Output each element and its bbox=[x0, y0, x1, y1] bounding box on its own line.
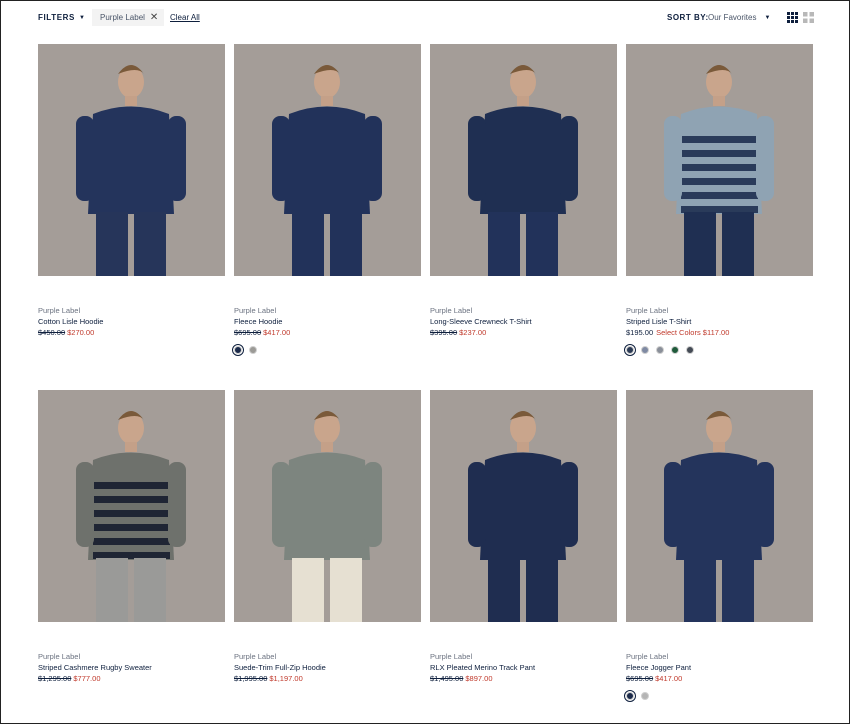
product-image[interactable] bbox=[38, 44, 225, 276]
product-card: Purple Label Striped Cashmere Rugby Sweat… bbox=[38, 390, 225, 683]
color-swatch[interactable] bbox=[641, 692, 649, 700]
product-brand: Purple Label bbox=[38, 306, 81, 315]
color-swatch[interactable] bbox=[671, 346, 679, 354]
filters-label: FILTERS bbox=[38, 13, 75, 22]
model-figure-illustration bbox=[38, 44, 225, 276]
product-image[interactable] bbox=[38, 390, 225, 622]
color-swatch[interactable] bbox=[624, 690, 636, 702]
sort-value: Our Favorites bbox=[708, 13, 757, 22]
model-figure-illustration bbox=[626, 44, 813, 276]
product-image[interactable] bbox=[626, 390, 813, 622]
grid-view-large-icon[interactable] bbox=[803, 12, 814, 23]
product-card: Purple Label Fleece Jogger Pant $695.00 $41… bbox=[624, 390, 813, 702]
sale-price: $777.00 bbox=[73, 674, 101, 683]
sort-dropdown[interactable]: Our Favorites ▼ bbox=[708, 13, 770, 22]
color-swatches bbox=[232, 344, 257, 356]
color-swatch[interactable] bbox=[249, 346, 257, 354]
product-price: $1,995.00 $1,197.00 bbox=[234, 674, 303, 683]
product-image[interactable] bbox=[234, 44, 421, 276]
product-name-link[interactable]: Cotton Lisle Hoodie bbox=[38, 317, 103, 326]
grid-view-dense-icon[interactable] bbox=[787, 12, 798, 23]
color-swatches bbox=[624, 690, 649, 702]
product-image[interactable] bbox=[430, 44, 617, 276]
product-name-link[interactable]: Striped Cashmere Rugby Sweater bbox=[38, 663, 152, 672]
product-brand: Purple Label bbox=[38, 652, 81, 661]
product-name-link[interactable]: Fleece Jogger Pant bbox=[626, 663, 691, 672]
product-image[interactable] bbox=[234, 390, 421, 622]
product-card: Purple Label Long-Sleeve Crewneck T-Shirt… bbox=[430, 44, 617, 337]
caret-down-icon: ▼ bbox=[764, 14, 771, 21]
product-name-link[interactable]: Fleece Hoodie bbox=[234, 317, 282, 326]
product-brand: Purple Label bbox=[234, 306, 277, 315]
product-name-link[interactable]: Striped Lisle T-Shirt bbox=[626, 317, 691, 326]
sale-price: $237.00 bbox=[459, 328, 487, 337]
close-icon[interactable]: ✕ bbox=[150, 12, 158, 23]
color-swatch[interactable] bbox=[232, 344, 244, 356]
model-figure-illustration bbox=[38, 390, 225, 622]
filter-sort-bar: FILTERS ▼ Purple Label ✕ Clear All SORT … bbox=[0, 0, 850, 36]
product-image[interactable] bbox=[430, 390, 617, 622]
original-price: $695.00 bbox=[626, 674, 654, 683]
original-price: $1,995.00 bbox=[234, 674, 268, 683]
original-price: $695.00 bbox=[234, 328, 262, 337]
product-name-link[interactable]: Suede-Trim Full-Zip Hoodie bbox=[234, 663, 326, 672]
model-figure-illustration bbox=[430, 44, 617, 276]
sort-label: SORT BY: bbox=[667, 13, 709, 22]
product-card: Purple Label Suede-Trim Full-Zip Hoodie $1… bbox=[234, 390, 421, 683]
product-brand: Purple Label bbox=[626, 652, 669, 661]
product-brand: Purple Label bbox=[430, 652, 473, 661]
product-card: Purple Label RLX Pleated Merino Track Pan… bbox=[430, 390, 617, 683]
color-swatches bbox=[624, 344, 694, 356]
original-price: $395.00 bbox=[430, 328, 458, 337]
product-price: $695.00 $417.00 bbox=[626, 674, 682, 683]
sale-price: Select Colors $117.00 bbox=[656, 328, 730, 337]
color-swatch[interactable] bbox=[656, 346, 664, 354]
sale-price: $417.00 bbox=[655, 674, 683, 683]
product-brand: Purple Label bbox=[234, 652, 277, 661]
product-price: $450.00 $270.00 bbox=[38, 328, 94, 337]
sale-price: $897.00 bbox=[465, 674, 493, 683]
active-filter-label: Purple Label bbox=[100, 13, 145, 22]
original-price: $450.00 bbox=[38, 328, 66, 337]
product-price: $195.00 Select Colors $117.00 bbox=[626, 328, 729, 337]
product-image[interactable] bbox=[626, 44, 813, 276]
clear-all-link[interactable]: Clear All bbox=[170, 13, 200, 22]
original-price: $1,295.00 bbox=[38, 674, 72, 683]
sale-price: $1,197.00 bbox=[269, 674, 303, 683]
product-price: $1,295.00 $777.00 bbox=[38, 674, 101, 683]
product-card: Purple Label Fleece Hoodie $695.00 $417.00 bbox=[232, 44, 421, 356]
model-figure-illustration bbox=[626, 390, 813, 622]
active-filter-chip[interactable]: Purple Label ✕ bbox=[92, 9, 165, 26]
model-figure-illustration bbox=[234, 390, 421, 622]
product-name-link[interactable]: RLX Pleated Merino Track Pant bbox=[430, 663, 535, 672]
model-figure-illustration bbox=[430, 390, 617, 622]
product-brand: Purple Label bbox=[626, 306, 669, 315]
filters-button[interactable]: FILTERS ▼ bbox=[38, 13, 86, 22]
model-figure-illustration bbox=[234, 44, 421, 276]
product-name-link[interactable]: Long-Sleeve Crewneck T-Shirt bbox=[430, 317, 532, 326]
caret-down-icon: ▼ bbox=[78, 14, 86, 21]
product-price: $695.00 $417.00 bbox=[234, 328, 290, 337]
product-card: Purple Label Striped Lisle T-Shirt $195.00… bbox=[624, 44, 813, 356]
color-swatch[interactable] bbox=[641, 346, 649, 354]
product-brand: Purple Label bbox=[430, 306, 473, 315]
product-price: $395.00 $237.00 bbox=[430, 328, 486, 337]
product-card: Purple Label Cotton Lisle Hoodie $450.00 $2… bbox=[38, 44, 225, 337]
regular-price: $195.00 bbox=[626, 328, 654, 337]
original-price: $1,495.00 bbox=[430, 674, 464, 683]
color-swatch[interactable] bbox=[686, 346, 694, 354]
sale-price: $417.00 bbox=[263, 328, 291, 337]
sale-price: $270.00 bbox=[67, 328, 95, 337]
product-price: $1,495.00 $897.00 bbox=[430, 674, 493, 683]
color-swatch[interactable] bbox=[624, 344, 636, 356]
